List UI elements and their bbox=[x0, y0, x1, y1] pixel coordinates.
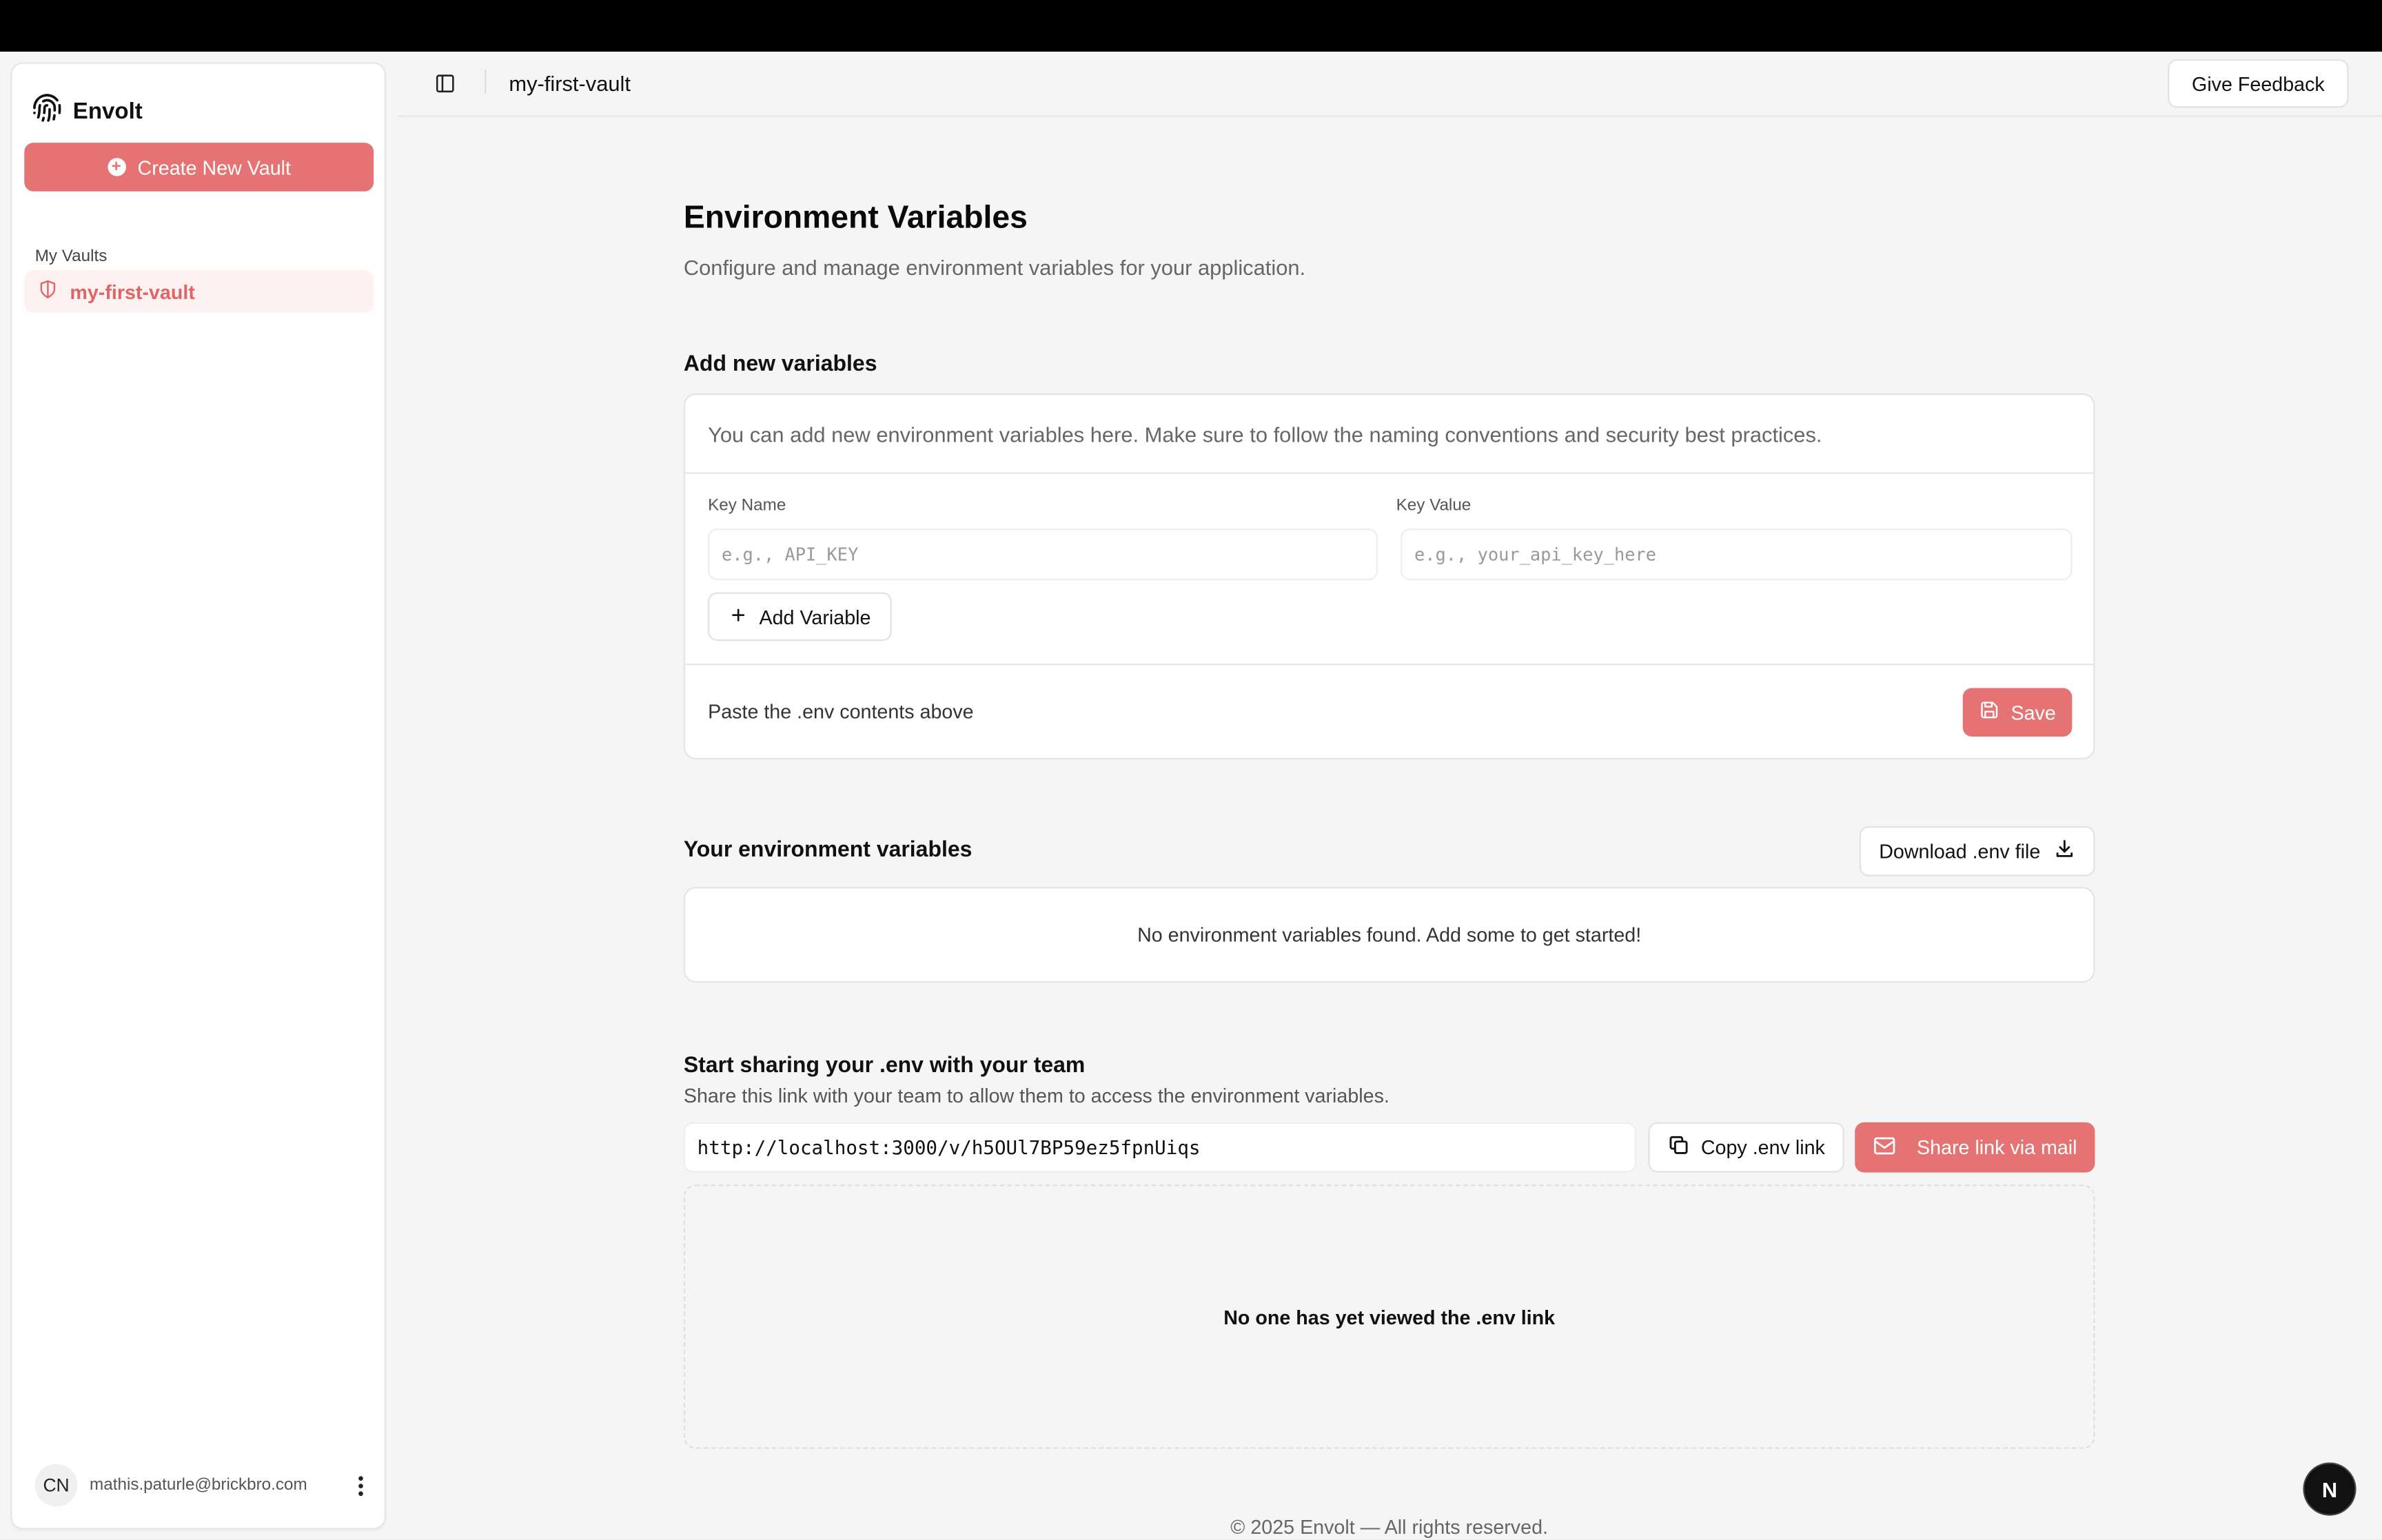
env-variables-heading: Your environment variables bbox=[683, 838, 973, 863]
sidebar: Envolt + Create New Vault My Vaults my-f… bbox=[10, 62, 386, 1530]
add-variable-button[interactable]: Add Variable bbox=[708, 592, 892, 641]
sidebar-toggle-icon[interactable] bbox=[434, 73, 456, 102]
download-env-label: Download .env file bbox=[1879, 839, 2041, 863]
nextjs-dev-badge[interactable]: N bbox=[2303, 1462, 2356, 1516]
user-menu[interactable]: CN mathis.paturle@brickbro.com bbox=[34, 1464, 369, 1507]
give-feedback-button[interactable]: Give Feedback bbox=[2168, 59, 2349, 108]
create-new-vault-button[interactable]: + Create New Vault bbox=[24, 143, 374, 192]
os-top-bar bbox=[0, 0, 2382, 52]
plus-icon bbox=[729, 605, 746, 628]
add-variable-label: Add Variable bbox=[759, 605, 871, 628]
copy-env-link-button[interactable]: Copy .env link bbox=[1648, 1122, 1844, 1173]
copy-env-link-label: Copy .env link bbox=[1700, 1136, 1825, 1159]
share-subtitle: Share this link with your team to allow … bbox=[683, 1084, 1390, 1107]
empty-state-text: No environment variables found. Add some… bbox=[1137, 923, 1642, 947]
header-divider bbox=[485, 70, 487, 94]
add-variables-description: You can add new environment variables he… bbox=[708, 422, 1822, 447]
key-name-label: Key Name bbox=[708, 496, 786, 515]
fingerprint-icon bbox=[32, 92, 62, 130]
plus-circle-icon: + bbox=[107, 158, 125, 176]
share-link-input[interactable] bbox=[683, 1122, 1636, 1173]
save-icon bbox=[1979, 700, 1999, 724]
footer: © 2025 Envolt — All rights reserved. bbox=[1230, 1515, 1548, 1539]
link-viewers-panel: No one has yet viewed the .env link bbox=[683, 1184, 2095, 1449]
divider bbox=[685, 664, 2094, 666]
app-window: Envolt + Create New Vault My Vaults my-f… bbox=[0, 51, 2382, 1540]
share-via-mail-label: Share link via mail bbox=[1917, 1136, 2077, 1159]
mail-icon bbox=[1873, 1136, 1895, 1160]
more-options-icon[interactable] bbox=[351, 1475, 369, 1495]
avatar: CN bbox=[34, 1464, 78, 1507]
page-subtitle: Configure and manage environment variabl… bbox=[683, 255, 1306, 280]
download-icon bbox=[2054, 839, 2075, 864]
add-variables-heading: Add new variables bbox=[683, 352, 877, 377]
share-via-mail-button[interactable]: Share link via mail bbox=[1855, 1122, 2095, 1173]
create-new-vault-label: Create New Vault bbox=[137, 155, 291, 178]
share-heading: Start sharing your .env with your team bbox=[683, 1054, 1086, 1078]
env-variables-list: No environment variables found. Add some… bbox=[683, 887, 2095, 983]
copy-icon bbox=[1667, 1134, 1689, 1160]
paste-hint: Paste the .env contents above bbox=[708, 700, 974, 723]
divider bbox=[685, 472, 2094, 474]
page-header: my-first-vault Give Feedback bbox=[398, 52, 2382, 117]
my-vaults-label: My Vaults bbox=[34, 247, 108, 266]
breadcrumb: my-first-vault bbox=[509, 71, 631, 96]
save-label: Save bbox=[2011, 701, 2056, 724]
brand-name: Envolt bbox=[72, 99, 143, 125]
save-button[interactable]: Save bbox=[1962, 688, 2073, 737]
key-value-label: Key Value bbox=[1396, 496, 1472, 515]
user-email: mathis.paturle@brickbro.com bbox=[90, 1476, 307, 1495]
key-value-input[interactable] bbox=[1401, 528, 2073, 580]
sidebar-item-label: my-first-vault bbox=[70, 280, 195, 303]
shield-icon bbox=[38, 280, 58, 304]
page-title: Environment Variables bbox=[683, 200, 1028, 236]
brand[interactable]: Envolt bbox=[32, 92, 143, 130]
sidebar-item-my-first-vault[interactable]: my-first-vault bbox=[24, 270, 374, 314]
download-env-button[interactable]: Download .env file bbox=[1859, 826, 2095, 876]
add-variables-card: You can add new environment variables he… bbox=[683, 393, 2095, 760]
viewers-empty-text: No one has yet viewed the .env link bbox=[1223, 1305, 1556, 1328]
key-name-input[interactable] bbox=[708, 528, 1378, 580]
